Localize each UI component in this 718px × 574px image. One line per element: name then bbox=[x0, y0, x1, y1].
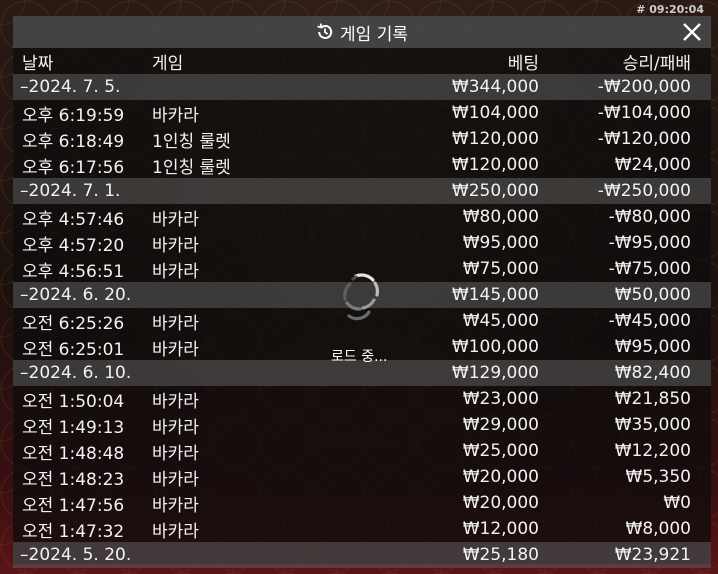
row-bet: ₩29,000 bbox=[462, 415, 539, 435]
row-win-loss: ₩8,000 bbox=[625, 519, 691, 539]
row-time: 오전 1:47:32 bbox=[22, 521, 125, 542]
row-game: 1인칭 룰렛 bbox=[152, 157, 231, 178]
row-game: 바카라 bbox=[152, 417, 199, 438]
row-time: 오후 4:57:46 bbox=[22, 209, 125, 230]
group-bet-total: ₩250,000 bbox=[451, 181, 539, 201]
row-bet: ₩104,000 bbox=[451, 103, 539, 123]
row-time: 오전 6:25:26 bbox=[22, 313, 125, 334]
row-win-loss: ₩21,850 bbox=[614, 389, 691, 409]
row-win-loss: ₩24,000 bbox=[614, 155, 691, 175]
history-row[interactable]: 오후 6:18:49 1인칭 룰렛 ₩120,000 -₩120,000 bbox=[13, 126, 711, 152]
history-row[interactable]: 오전 1:50:04 바카라 ₩23,000 ₩21,850 bbox=[13, 386, 711, 412]
row-bet: ₩12,000 bbox=[462, 519, 539, 539]
row-time: 오전 1:50:04 bbox=[22, 391, 125, 412]
history-clock-icon bbox=[316, 23, 334, 41]
row-time: 오전 1:47:56 bbox=[22, 495, 125, 516]
row-win-loss: -₩75,000 bbox=[608, 259, 691, 279]
row-game: 바카라 bbox=[152, 469, 199, 490]
history-row[interactable]: 오후 6:17:56 1인칭 룰렛 ₩120,000 ₩24,000 bbox=[13, 152, 711, 178]
row-win-loss: -₩104,000 bbox=[597, 103, 691, 123]
dialog-title-bar: 게임 기록 bbox=[13, 16, 711, 48]
history-row[interactable]: 오전 1:49:13 바카라 ₩29,000 ₩35,000 bbox=[13, 412, 711, 438]
clock-timestamp: # 09:20:04 bbox=[636, 3, 704, 16]
history-row[interactable]: 오후 4:57:20 바카라 ₩95,000 -₩95,000 bbox=[13, 230, 711, 256]
row-win-loss: ₩5,350 bbox=[625, 467, 691, 487]
close-icon bbox=[683, 23, 701, 41]
column-header-bet: 베팅 bbox=[507, 53, 539, 74]
row-game: 1인칭 룰렛 bbox=[152, 131, 231, 152]
row-time: 오후 6:17:56 bbox=[22, 157, 125, 178]
row-game: 바카라 bbox=[152, 391, 199, 412]
row-win-loss: ₩0 bbox=[663, 493, 691, 513]
row-win-loss: ₩35,000 bbox=[614, 415, 691, 435]
row-game: 바카라 bbox=[152, 261, 199, 282]
group-win-loss-total: ₩50,000 bbox=[614, 285, 691, 305]
group-date: –2024. 7. 1. bbox=[20, 181, 121, 201]
date-group-row[interactable]: –2024. 7. 5. ₩344,000 -₩200,000 bbox=[13, 74, 711, 100]
row-game: 바카라 bbox=[152, 235, 199, 256]
date-group-row[interactable]: –2024. 7. 1. ₩250,000 -₩250,000 bbox=[13, 178, 711, 204]
row-bet: ₩75,000 bbox=[462, 259, 539, 279]
history-row[interactable]: 오전 1:48:23 바카라 ₩20,000 ₩5,350 bbox=[13, 464, 711, 490]
row-game: 바카라 bbox=[152, 105, 199, 126]
row-time: 오전 1:48:23 bbox=[22, 469, 125, 490]
row-time: 오전 1:49:13 bbox=[22, 417, 125, 438]
history-row[interactable]: 오전 1:47:32 바카라 ₩12,000 ₩8,000 bbox=[13, 516, 711, 542]
row-time: 오후 4:56:51 bbox=[22, 261, 125, 282]
history-row[interactable]: 오전 1:47:56 바카라 ₩20,000 ₩0 bbox=[13, 490, 711, 516]
row-win-loss: -₩45,000 bbox=[608, 311, 691, 331]
row-time: 오후 6:18:49 bbox=[22, 131, 125, 152]
row-bet: ₩120,000 bbox=[451, 155, 539, 175]
row-bet: ₩95,000 bbox=[462, 233, 539, 253]
loading-label: 로드 중... bbox=[331, 349, 388, 365]
row-game: 바카라 bbox=[152, 521, 199, 542]
row-win-loss: ₩12,200 bbox=[614, 441, 691, 461]
group-date: –2024. 7. 5. bbox=[20, 77, 121, 97]
group-date: –2024. 5. 20. bbox=[20, 545, 132, 565]
row-win-loss: -₩95,000 bbox=[608, 233, 691, 253]
row-bet: ₩25,000 bbox=[462, 441, 539, 461]
group-bet-total: ₩129,000 bbox=[451, 363, 539, 383]
row-win-loss: -₩80,000 bbox=[608, 207, 691, 227]
history-row[interactable]: 오후 4:57:46 바카라 ₩80,000 -₩80,000 bbox=[13, 204, 711, 230]
row-win-loss: -₩120,000 bbox=[597, 129, 691, 149]
row-time: 오후 4:57:20 bbox=[22, 235, 125, 256]
group-bet-total: ₩145,000 bbox=[451, 285, 539, 305]
row-game: 바카라 bbox=[152, 313, 199, 334]
row-game: 바카라 bbox=[152, 209, 199, 230]
row-bet: ₩20,000 bbox=[462, 493, 539, 513]
game-history-dialog: 게임 기록 날짜 게임 베팅 승리/패배 –2024. 7. 5. ₩344,00… bbox=[13, 16, 711, 568]
group-win-loss-total: ₩23,921 bbox=[614, 545, 691, 565]
row-time: 오전 1:48:48 bbox=[22, 443, 125, 464]
row-bet: ₩20,000 bbox=[462, 467, 539, 487]
column-header-win-loss: 승리/패배 bbox=[622, 53, 691, 74]
group-win-loss-total: -₩200,000 bbox=[597, 77, 691, 97]
loading-spinner-icon bbox=[339, 266, 383, 332]
group-win-loss-total: -₩250,000 bbox=[597, 181, 691, 201]
history-row[interactable]: 오후 6:19:59 바카라 ₩104,000 -₩104,000 bbox=[13, 100, 711, 126]
group-date: –2024. 6. 10. bbox=[20, 363, 132, 383]
close-button[interactable] bbox=[681, 21, 703, 43]
row-time: 오전 6:25:01 bbox=[22, 339, 125, 360]
date-group-row[interactable]: –2024. 5. 20. ₩25,180 ₩23,921 bbox=[13, 542, 711, 568]
column-header-game: 게임 bbox=[152, 53, 184, 74]
row-game: 바카라 bbox=[152, 339, 199, 360]
row-time: 오후 6:19:59 bbox=[22, 105, 125, 126]
row-win-loss: ₩95,000 bbox=[614, 337, 691, 357]
dialog-title: 게임 기록 bbox=[340, 24, 408, 45]
row-bet: ₩100,000 bbox=[451, 337, 539, 357]
row-bet: ₩120,000 bbox=[451, 129, 539, 149]
group-bet-total: ₩25,180 bbox=[462, 545, 539, 565]
row-bet: ₩45,000 bbox=[462, 311, 539, 331]
group-win-loss-total: ₩82,400 bbox=[614, 363, 691, 383]
history-row[interactable]: 오전 1:48:48 바카라 ₩25,000 ₩12,200 bbox=[13, 438, 711, 464]
row-bet: ₩80,000 bbox=[462, 207, 539, 227]
column-header-date: 날짜 bbox=[22, 53, 54, 74]
row-game: 바카라 bbox=[152, 495, 199, 516]
row-game: 바카라 bbox=[152, 443, 199, 464]
row-bet: ₩23,000 bbox=[462, 389, 539, 409]
group-bet-total: ₩344,000 bbox=[451, 77, 539, 97]
table-header: 날짜 게임 베팅 승리/패배 bbox=[13, 49, 711, 74]
group-date: –2024. 6. 20. bbox=[20, 285, 132, 305]
